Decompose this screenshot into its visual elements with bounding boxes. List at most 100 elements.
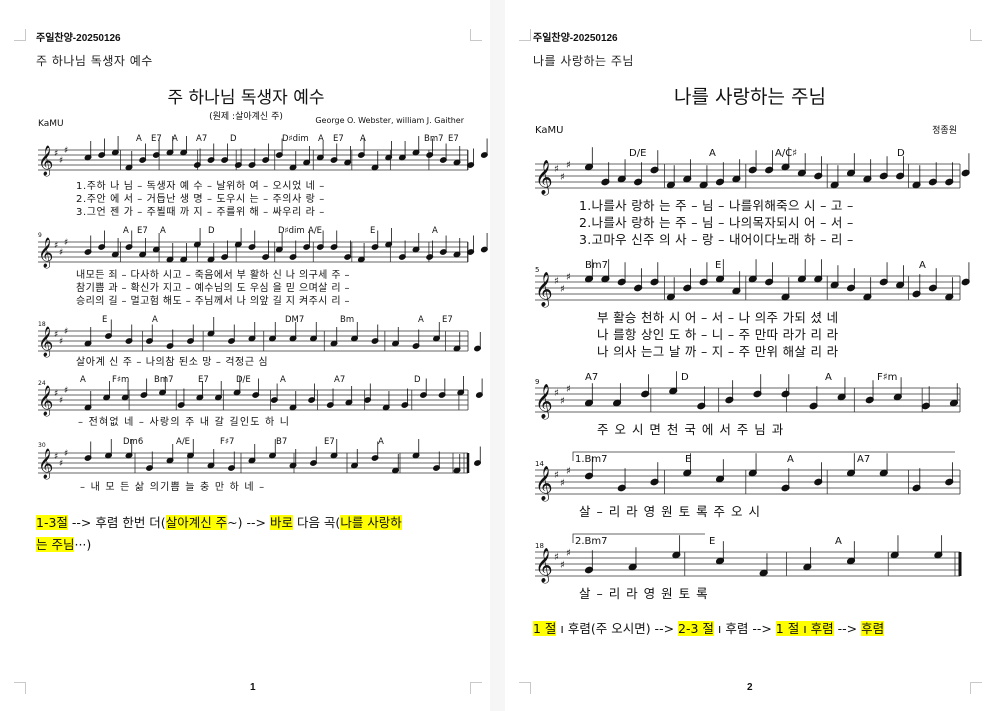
chord: A — [123, 226, 129, 236]
chord: A — [432, 226, 438, 236]
staff-row — [534, 272, 961, 308]
chord: E7 — [151, 134, 162, 144]
chord: A — [160, 226, 166, 236]
lyric-line: 1.주하 나 님 – 독생자 예 수 – 날위하 여 – 오시었 네 – — [76, 179, 325, 192]
note-verse: 2-3 절 — [678, 621, 714, 636]
staff-row — [37, 145, 469, 177]
staff-row — [534, 466, 961, 502]
chord: F♯7 — [220, 437, 234, 447]
staff-row — [534, 160, 961, 196]
lyric-line: 부 활승 천하 시 어 – 서 – 나 의주 가되 셨 네 — [597, 310, 838, 325]
lyric-line: 승리의 길 – 멀고험 해도 – 주님께서 나 의앞 길 지 켜주시 리 – — [76, 294, 350, 307]
chord: A — [280, 375, 286, 385]
chord: D♯dim — [282, 134, 309, 144]
chord: A — [919, 260, 926, 271]
chord: D — [414, 375, 421, 385]
chord: F♯m — [877, 372, 897, 383]
lyric-line: 살 – 리 라 영 원 토 록 — [579, 586, 709, 601]
lyric-line: – 전혀없 네 – 사랑의 주 내 갈 길인도 하 니 — [78, 415, 290, 428]
lyric-line: 3.그언 젠 가 – 주뵐때 까 지 – 주를위 해 – 싸우리 라 – — [76, 205, 325, 218]
chord: A — [136, 134, 142, 144]
note-text: ···) — [74, 537, 92, 552]
chord: E — [715, 260, 721, 271]
measure-number: 9 — [38, 232, 42, 239]
lyric-line: 살아계 신 주 – 나의참 된소 망 – 걱정근 심 — [76, 356, 268, 368]
lyric-line: 3.고마우 신주 의 사 – 랑 – 내어이다노래 하 – 리 – — [579, 232, 854, 247]
lyrics-block: 1.나를사 랑하 는 주 – 님 – 나를위해죽으 시 – 고 – 2.나를사 … — [579, 198, 854, 247]
chord-row: 2.Bm7 E A — [575, 536, 842, 547]
measure-number: 18 — [535, 542, 544, 550]
note-text: ı 후렴(주 오시면) --> — [556, 621, 679, 636]
chord: E — [709, 536, 715, 547]
lyric-line: 나 를항 상인 도 하 – 니 – 주 만따 라가 리 라 — [597, 327, 839, 342]
chord: 2.Bm7 — [575, 536, 608, 547]
chord: E7 — [333, 134, 344, 144]
chord: A — [80, 375, 86, 385]
composer-label: 정종원 — [932, 125, 957, 136]
chord: A7 — [585, 372, 598, 383]
lyric-line: 내모든 죄 – 다사하 시고 – 죽음에서 부 활하 신 나 의구세 주 – — [76, 268, 350, 281]
lyrics-block: 부 활승 천하 시 어 – 서 – 나 의주 가되 셨 네 나 를항 상인 도 … — [597, 310, 839, 359]
chord: Bm7 — [585, 260, 608, 271]
lyric-line: 주 오 시 면 천 국 에 서 주 님 과 — [597, 422, 784, 437]
chord: D/E — [629, 148, 646, 159]
chord: Bm7 — [154, 375, 174, 385]
chord: A — [709, 148, 716, 159]
note-chorus: 후렴 — [861, 621, 885, 636]
measure-number: 9 — [535, 378, 539, 386]
chord: Bm7 — [424, 134, 444, 144]
note-verse: 1 절 — [533, 621, 557, 636]
lyric-line: 2.주안 에 서 – 거듭난 생 명 – 도우시 는 – 주의사 랑 – — [76, 193, 325, 205]
measure-number: 14 — [535, 460, 544, 468]
staff-row — [37, 385, 469, 417]
sheet-music-1: 𝄞 ♯ ♯ ♯ 주 하나님 독생자 예수 (원제 :살아계신 주) KaMU G… — [37, 88, 488, 493]
chord: B7 — [276, 437, 287, 447]
staff-row — [534, 384, 961, 420]
lyric-line: 살 – 리 라 영 원 토 록 주 오 시 — [579, 504, 761, 519]
chord: A — [835, 536, 842, 547]
chord-row: A7 D A F♯m — [585, 372, 897, 383]
measure-number: 24 — [38, 380, 46, 387]
chord: DM7 — [285, 315, 304, 325]
chord-row: 1.Bm7 E A A7 — [575, 454, 870, 465]
measure-number: 5 — [535, 266, 539, 274]
lyrics-block: 1.주하 나 님 – 독생자 예 수 – 날위하 여 – 오시었 네 – 2.주… — [76, 179, 325, 218]
lyric-line: 나 의사 는그 날 까 – 지 – 주 만위 해살 리 라 — [597, 344, 839, 359]
song-title: 주 하나님 독생자 예수 — [168, 88, 325, 108]
note-text: 다음 곡( — [292, 515, 341, 530]
chord: A7 — [334, 375, 345, 385]
chord: E7 — [324, 437, 335, 447]
chord-row: D/E A A/C♯ D — [629, 148, 905, 159]
chord: F♯m — [112, 375, 129, 385]
lyric-line: 2.나를사 랑하 는 주 – 님 – 나의목자되시 어 – 서 – — [579, 215, 854, 230]
staff-row — [37, 448, 470, 480]
chord: A — [825, 372, 832, 383]
note-text: --> — [833, 621, 862, 636]
lyric-line: 1.나를사 랑하 는 주 – 님 – 나를위해죽으 시 – 고 – — [579, 198, 854, 213]
note-text: ı 후렴 --> — [713, 621, 776, 636]
chord: E7 — [137, 226, 148, 236]
page-number: 1 — [250, 682, 256, 693]
lyric-line: – 내 모 든 삶 의기쁨 늘 충 만 하 네 – — [80, 480, 265, 493]
chord-row: E A DM7 Bm A E7 — [102, 315, 453, 325]
measure-number: 18 — [38, 321, 46, 328]
chord: A/E — [308, 226, 322, 236]
chord: A — [378, 437, 384, 447]
measure-number: 30 — [38, 442, 46, 449]
publisher-label: KaMU — [535, 125, 563, 136]
chord: A7 — [857, 454, 870, 465]
composer-label: George O. Webster, william J. Gaither — [315, 116, 464, 125]
volta-bracket — [572, 451, 955, 461]
chord: Bm — [340, 315, 354, 325]
note-text: ~) --> — [227, 515, 270, 530]
chord: A — [152, 315, 158, 325]
chord: D — [208, 226, 215, 236]
note-verse: 1 절 ı 후렴 — [775, 621, 834, 636]
chord-row: A F♯m Bm7 E7 D/E A A7 D — [80, 375, 421, 385]
note-text: --> 후렴 한번 더( — [67, 515, 166, 530]
chord: D — [230, 134, 237, 144]
song-title: 나를 사랑하는 주님 — [674, 86, 826, 108]
chord: A — [360, 134, 366, 144]
chord-row: A E7 A A7 D D♯dim A E7 A Bm7 E7 — [136, 134, 459, 144]
chord: E7 — [442, 315, 453, 325]
